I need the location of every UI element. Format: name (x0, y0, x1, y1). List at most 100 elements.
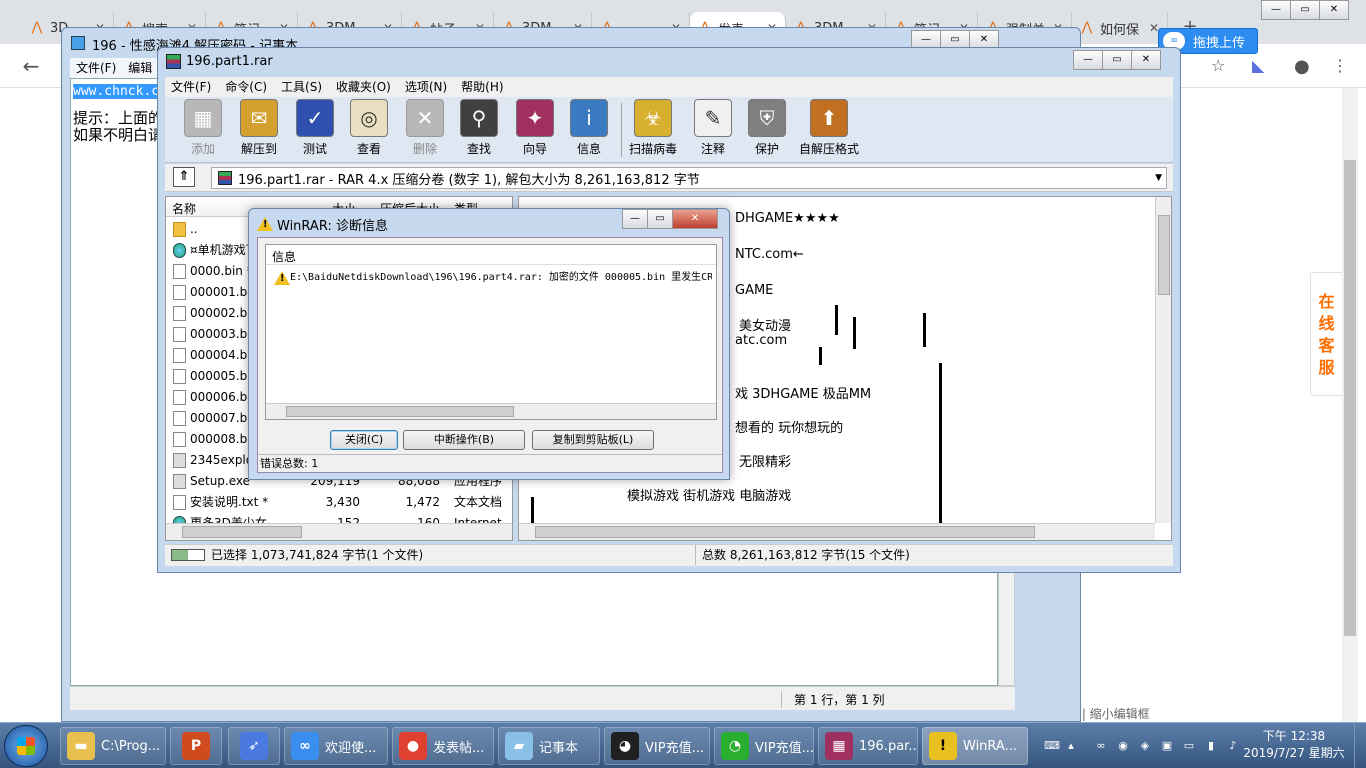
extension-icon[interactable]: ◣ (1252, 56, 1264, 75)
error-message[interactable]: E:\BaiduNetdiskDownload\196\196.part4.ra… (272, 269, 712, 287)
taskbar-item[interactable]: ▰ 记事本 (498, 727, 600, 765)
tray-app-icon-2[interactable]: ◉ (1116, 739, 1130, 753)
wizard-icon: ✦ (516, 99, 554, 137)
winrar-menu-item[interactable]: 收藏夹(O) (336, 77, 391, 97)
up-folder-button[interactable]: ⇑ (173, 167, 195, 187)
taskbar-item-label: VIP充值... (645, 740, 704, 756)
comment-hscroll[interactable] (519, 523, 1155, 540)
volume-icon[interactable]: ♪ (1226, 739, 1240, 753)
bookmark-star-icon[interactable]: ☆ (1211, 56, 1225, 75)
comment-hscroll-thumb[interactable] (535, 526, 1035, 538)
taskbar-clock[interactable]: 下午 12:38 2019/7/27 星期六 (1242, 728, 1346, 762)
tool-sfx-button[interactable]: ⬆ 自解压格式 (793, 99, 865, 157)
comment-line: 想看的 玩你想玩的 (735, 421, 844, 436)
network-icon[interactable]: ▮ (1204, 739, 1218, 753)
winrar-maximize-button[interactable]: ▭ (1102, 50, 1132, 70)
tray-expand-icon[interactable]: ▴ (1064, 739, 1078, 753)
browser-scrollbar[interactable] (1342, 88, 1358, 722)
cursor-position: 第 1 行，第 1 列 (781, 691, 885, 708)
notepad-menu-file[interactable]: 文件(F) (76, 58, 116, 78)
tool-label: 查找 (466, 142, 491, 156)
comment-icon: ✎ (694, 99, 732, 137)
file-row[interactable]: 安装说明.txt * 3,430 1,472 文本文档 (166, 492, 512, 513)
powerpoint-icon: P (182, 732, 210, 760)
winrar-minimize-button[interactable]: — (1073, 50, 1103, 70)
tool-virus-scan-button[interactable]: ☣ 扫描病毒 (625, 99, 681, 157)
tool-test-button[interactable]: ✓ 测试 (287, 99, 343, 157)
taskbar-item[interactable]: ◔ VIP充值... (714, 727, 814, 765)
tab-label: 如何保 (1100, 22, 1140, 38)
sfx-icon: ⬆ (810, 99, 848, 137)
comment-vscroll[interactable] (1155, 197, 1171, 523)
taskbar-item[interactable]: ▬ C:\Prog... (60, 727, 166, 765)
start-button[interactable] (4, 725, 48, 767)
maximize-button[interactable]: ▭ (1290, 0, 1320, 20)
winrar-menu-item[interactable]: 文件(F) (171, 77, 211, 97)
test-icon: ✓ (296, 99, 334, 137)
taskbar-item[interactable]: ➶ (228, 727, 280, 765)
chevron-down-icon[interactable]: ▼ (1155, 173, 1162, 183)
winrar-menu-item[interactable]: 选项(N) (405, 77, 447, 97)
message-list[interactable]: 信息 E:\BaiduNetdiskDownload\196\196.part4… (265, 244, 717, 420)
taskbar-item[interactable]: P (170, 727, 222, 765)
tray-app-icon-3[interactable]: ◈ (1138, 739, 1152, 753)
abort-button[interactable]: 中断操作(B) (403, 430, 525, 450)
tool-label: 自解压格式 (798, 142, 859, 156)
tool-label: 删除 (412, 142, 437, 156)
notepad-menu-edit[interactable]: 编辑 (128, 58, 152, 78)
back-button[interactable]: ← (18, 53, 44, 79)
tool-info-button[interactable]: i 信息 (561, 99, 617, 157)
tool-label: 解压到 (240, 142, 277, 156)
tool-delete-button[interactable]: ✕ 删除 (397, 99, 453, 157)
tool-comment-button[interactable]: ✎ 注释 (685, 99, 741, 157)
browser-window-controls: — ▭ ✕ (1261, 0, 1349, 20)
close-button[interactable]: ✕ (1319, 0, 1349, 20)
profile-icon[interactable]: ● (1294, 56, 1310, 77)
archive-path-text: 196.part1.rar - RAR 4.x 压缩分卷 (数字 1), 解包大… (238, 172, 700, 188)
tray-app-icon[interactable]: ∞ (1094, 739, 1108, 753)
monitor-icon[interactable]: ▭ (1182, 739, 1196, 753)
comment-vscroll-thumb[interactable] (1158, 215, 1170, 295)
tool-view-button[interactable]: ◎ 查看 (341, 99, 397, 157)
show-desktop-button[interactable] (1354, 723, 1366, 768)
keyboard-icon[interactable]: ⌨ (1044, 739, 1060, 753)
file-list-scroll-thumb[interactable] (182, 526, 302, 538)
tool-protect-button[interactable]: ⛨ 保护 (739, 99, 795, 157)
dialog-minimize-button[interactable]: — (622, 209, 648, 229)
winrar-menu-item[interactable]: 工具(S) (281, 77, 322, 97)
drive-key-icon[interactable] (171, 549, 205, 561)
tray-app-icon-4[interactable]: ▣ (1160, 739, 1174, 753)
winrar-menu-item[interactable]: 命令(C) (225, 77, 267, 97)
tool-find-button[interactable]: ⚲ 查找 (451, 99, 507, 157)
column-name[interactable]: 名称 (172, 200, 196, 217)
taskbar-item[interactable]: ∞ 欢迎使... (284, 727, 388, 765)
taskbar-item[interactable]: ▦ 196.par... (818, 727, 918, 765)
taskbar-item-label: 记事本 (539, 740, 579, 756)
baidu-netdisk-icon: ∞ (291, 732, 319, 760)
tool-add-button[interactable]: ▦ 添加 (175, 99, 231, 157)
close-dialog-button[interactable]: 关闭(C) (330, 430, 398, 450)
winrar-close-button[interactable]: ✕ (1131, 50, 1161, 70)
message-list-hscroll[interactable] (266, 403, 716, 419)
tool-extract-to-button[interactable]: ✉ 解压到 (231, 99, 287, 157)
minimize-button[interactable]: — (1261, 0, 1291, 20)
add-icon: ▦ (184, 99, 222, 137)
feather-icon: ➶ (240, 732, 268, 760)
taskbar-item[interactable]: ! WinRA... (922, 727, 1028, 765)
taskbar-item[interactable]: ◕ VIP充值... (604, 727, 710, 765)
file-list-hscroll[interactable] (166, 523, 512, 540)
winrar-menu-item[interactable]: 帮助(H) (461, 77, 503, 97)
menu-icon[interactable]: ⋮ (1332, 56, 1348, 75)
archive-path-box[interactable]: 196.part1.rar - RAR 4.x 压缩分卷 (数字 1), 解包大… (211, 167, 1167, 189)
online-service-button[interactable]: 在线客服 (1310, 272, 1342, 396)
tool-wizard-button[interactable]: ✦ 向导 (507, 99, 563, 157)
dialog-maximize-button[interactable]: ▭ (647, 209, 673, 229)
selected-size: 已选择 1,073,741,824 字节(1 个文件) (211, 548, 424, 562)
copy-to-clipboard-button[interactable]: 复制到剪贴板(L) (532, 430, 654, 450)
selected-url-text: www.chnck.c (73, 84, 160, 99)
taskbar-item[interactable]: ● 发表帖... (392, 727, 494, 765)
message-scroll-thumb[interactable] (286, 406, 514, 417)
browser-tab[interactable]: ⋀ 如何保 ✕ (1072, 12, 1168, 44)
browser-scroll-thumb[interactable] (1344, 160, 1356, 636)
dialog-close-button[interactable]: ✕ (672, 209, 718, 229)
